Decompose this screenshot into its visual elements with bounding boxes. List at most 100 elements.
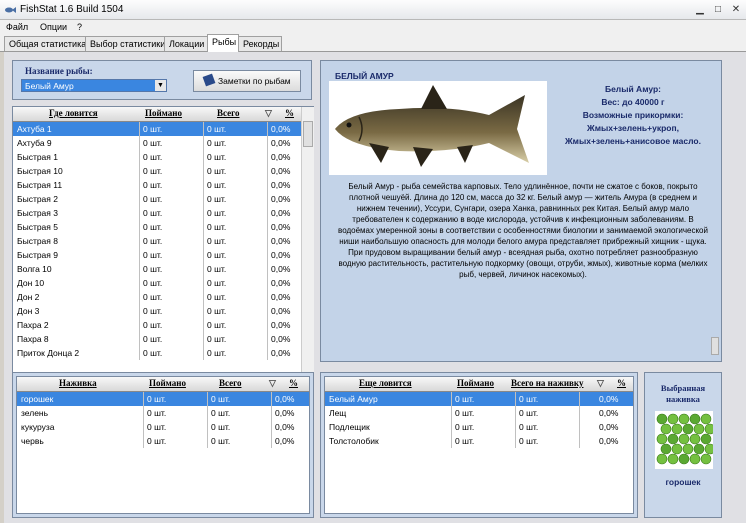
column-divider xyxy=(267,150,268,164)
chevron-down-icon[interactable]: ▼ xyxy=(155,80,166,91)
table-row[interactable]: кукуруза 0 шт. 0 шт. 0,0% xyxy=(17,420,309,434)
table-cell: 0 шт. xyxy=(143,306,163,316)
table-cell: Дон 10 xyxy=(17,278,45,288)
column-divider xyxy=(139,290,140,304)
tab-fish[interactable]: Рыбы xyxy=(207,34,239,52)
col-caught[interactable]: Поймано xyxy=(457,378,494,388)
table-cell: Быстрая 1 xyxy=(17,152,58,162)
table-cell: Приток Донца 2 xyxy=(17,348,80,358)
col-also-caught[interactable]: Еще ловится xyxy=(359,378,412,388)
column-divider xyxy=(203,346,204,360)
table-cell: 0 шт. xyxy=(211,394,231,404)
scroll-thumb[interactable] xyxy=(303,121,313,147)
table-row[interactable]: Белый Амур 0 шт. 0 шт. 0,0% xyxy=(325,392,633,406)
table-row[interactable]: Подлещик 0 шт. 0 шт. 0,0% xyxy=(325,420,633,434)
column-divider xyxy=(267,136,268,150)
table-cell: 0 шт. xyxy=(207,138,227,148)
table-cell: Дон 2 xyxy=(17,292,40,302)
table-row[interactable]: Ахтуба 9 0 шт. 0 шт. 0,0% xyxy=(13,136,301,150)
tab-general-stats[interactable]: Общая статистика xyxy=(4,36,86,51)
col-percent[interactable]: % xyxy=(285,108,294,118)
col-total[interactable]: Всего xyxy=(219,378,241,388)
column-divider xyxy=(203,164,204,178)
fish-notes-button[interactable]: Заметки по рыбам xyxy=(193,70,301,92)
close-icon[interactable]: ✕ xyxy=(730,5,742,15)
table-row[interactable]: Волга 10 0 шт. 0 шт. 0,0% xyxy=(13,262,301,276)
column-divider xyxy=(515,434,516,448)
column-divider xyxy=(267,332,268,346)
table-cell: червь xyxy=(21,436,44,446)
column-divider xyxy=(267,234,268,248)
col-percent[interactable]: % xyxy=(289,378,298,388)
col-where-caught[interactable]: Где ловится xyxy=(49,108,98,118)
sort-triangle-icon[interactable]: ▽ xyxy=(597,378,604,389)
table-row[interactable]: Быстрая 9 0 шт. 0 шт. 0,0% xyxy=(13,248,301,262)
table-row[interactable]: Толстолобик 0 шт. 0 шт. 0,0% xyxy=(325,434,633,448)
col-caught[interactable]: Поймано xyxy=(149,378,186,388)
locations-table-header: Где ловится Поймано Всего ▽ % xyxy=(13,107,301,122)
table-row[interactable]: Дон 3 0 шт. 0 шт. 0,0% xyxy=(13,304,301,318)
menu-help[interactable]: ? xyxy=(77,22,82,32)
table-cell: 0,0% xyxy=(275,422,295,432)
col-caught[interactable]: Поймано xyxy=(145,108,182,118)
table-cell: 0 шт. xyxy=(143,152,163,162)
table-row[interactable]: Приток Донца 2 0 шт. 0 шт. 0,0% xyxy=(13,346,301,360)
scroll-thumb[interactable] xyxy=(711,337,719,355)
table-row[interactable]: Быстрая 10 0 шт. 0 шт. 0,0% xyxy=(13,164,301,178)
column-divider xyxy=(207,406,208,420)
table-row[interactable]: Лещ 0 шт. 0 шт. 0,0% xyxy=(325,406,633,420)
table-cell: 0 шт. xyxy=(207,208,227,218)
table-cell: Лещ xyxy=(329,408,347,418)
pea xyxy=(667,453,679,465)
table-cell: 0 шт. xyxy=(207,124,227,134)
fish-name-label: Название рыбы: xyxy=(25,66,93,76)
table-row[interactable]: Быстрая 8 0 шт. 0 шт. 0,0% xyxy=(13,234,301,248)
col-total[interactable]: Всего xyxy=(217,108,239,118)
also-caught-panel: Еще ловится Поймано Всего на наживку ▽ %… xyxy=(320,372,638,518)
table-row[interactable]: Быстрая 11 0 шт. 0 шт. 0,0% xyxy=(13,178,301,192)
tab-locations[interactable]: Локации xyxy=(164,36,208,51)
fish-dropdown[interactable]: Белый Амур ▼ xyxy=(21,79,167,92)
table-row[interactable]: Быстрая 5 0 шт. 0 шт. 0,0% xyxy=(13,220,301,234)
tab-records[interactable]: Рекорды xyxy=(238,36,282,51)
maximize-icon[interactable]: □ xyxy=(712,5,724,15)
fish-info-scrollbar[interactable] xyxy=(709,61,721,361)
table-cell: Дон 3 xyxy=(17,306,40,316)
table-cell: 0,0% xyxy=(271,334,291,344)
table-cell: 0 шт. xyxy=(207,236,227,246)
table-row[interactable]: Дон 10 0 шт. 0 шт. 0,0% xyxy=(13,276,301,290)
table-row[interactable]: зелень 0 шт. 0 шт. 0,0% xyxy=(17,406,309,420)
menu-file[interactable]: Файл xyxy=(6,22,28,32)
table-row[interactable]: горошек 0 шт. 0 шт. 0,0% xyxy=(17,392,309,406)
column-divider xyxy=(271,420,272,434)
table-row[interactable]: Быстрая 3 0 шт. 0 шт. 0,0% xyxy=(13,206,301,220)
table-row[interactable]: Дон 2 0 шт. 0 шт. 0,0% xyxy=(13,290,301,304)
menu-options[interactable]: Опции xyxy=(40,22,67,32)
col-percent[interactable]: % xyxy=(617,378,626,388)
table-row[interactable]: Быстрая 2 0 шт. 0 шт. 0,0% xyxy=(13,192,301,206)
minimize-icon[interactable]: ▁ xyxy=(694,5,706,15)
col-bait[interactable]: Наживка xyxy=(59,378,97,388)
table-cell: 0,0% xyxy=(271,138,291,148)
table-row[interactable]: червь 0 шт. 0 шт. 0,0% xyxy=(17,434,309,448)
menu-bar: Файл Опции ? xyxy=(0,20,746,34)
table-row[interactable]: Быстрая 1 0 шт. 0 шт. 0,0% xyxy=(13,150,301,164)
table-row[interactable]: Ахтуба 1 0 шт. 0 шт. 0,0% xyxy=(13,122,301,136)
column-divider xyxy=(139,304,140,318)
table-cell: 0 шт. xyxy=(519,408,539,418)
table-cell: 0,0% xyxy=(599,394,619,404)
sort-triangle-icon[interactable]: ▽ xyxy=(269,378,276,389)
table-cell: 0 шт. xyxy=(143,264,163,274)
col-total-on-bait[interactable]: Всего на наживку xyxy=(511,378,583,388)
main-content: Название рыбы: Белый Амур ▼ Заметки по р… xyxy=(4,52,746,523)
table-row[interactable]: Пахра 2 0 шт. 0 шт. 0,0% xyxy=(13,318,301,332)
title-bar: FishStat 1.6 Build 1504 ▁ □ ✕ xyxy=(0,0,746,20)
sort-triangle-icon[interactable]: ▽ xyxy=(265,108,272,119)
table-row[interactable]: Пахра 8 0 шт. 0 шт. 0,0% xyxy=(13,332,301,346)
table-cell: 0 шт. xyxy=(147,394,167,404)
tab-select-stats[interactable]: Выбор статистики xyxy=(85,36,165,51)
column-divider xyxy=(203,248,204,262)
pea xyxy=(678,453,690,465)
pea xyxy=(660,423,672,435)
column-divider xyxy=(139,346,140,360)
